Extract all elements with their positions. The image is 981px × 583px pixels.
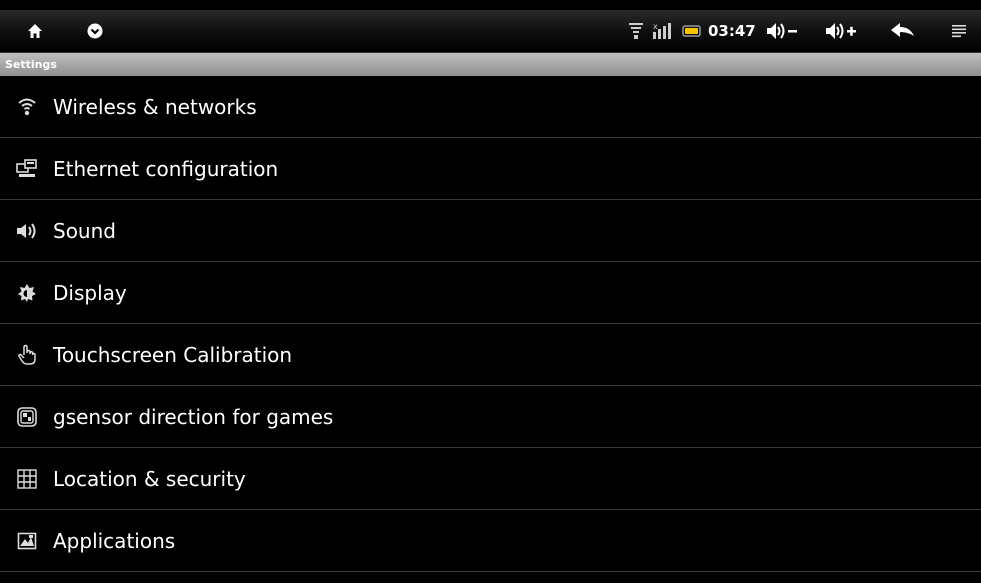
settings-item-label: Location & security — [53, 467, 246, 491]
settings-item-applications[interactable]: Applications — [0, 510, 981, 572]
status-bar: x 03:47 — [0, 10, 981, 53]
settings-list: Wireless & networks Ethernet configurati… — [0, 76, 981, 572]
settings-item-label: Applications — [53, 529, 176, 553]
settings-item-ethernet[interactable]: Ethernet configuration — [0, 138, 981, 200]
screen: x 03:47 Settings Wireless & networks Eth… — [0, 0, 981, 583]
settings-item-label: Touchscreen Calibration — [53, 343, 293, 367]
battery-icon — [681, 10, 703, 52]
brightness-icon — [15, 281, 39, 305]
settings-item-label: Wireless & networks — [53, 95, 257, 119]
hand-pointer-icon — [15, 343, 39, 367]
settings-item-sound[interactable]: Sound — [0, 200, 981, 262]
home-icon[interactable] — [22, 10, 48, 52]
settings-item-label: gsensor direction for games — [53, 405, 334, 429]
status-clock: 03:47 — [708, 22, 756, 40]
speaker-icon — [15, 219, 39, 243]
wifi-icon — [15, 95, 39, 119]
settings-item-touchscreen-calibration[interactable]: Touchscreen Calibration — [0, 324, 981, 386]
settings-item-label: Ethernet configuration — [53, 157, 279, 181]
settings-item-label: Sound — [53, 219, 116, 243]
page-title: Settings — [5, 58, 57, 71]
back-icon[interactable] — [888, 10, 918, 52]
applications-icon — [15, 529, 39, 553]
ethernet-icon — [15, 157, 39, 181]
volume-up-icon[interactable] — [823, 10, 859, 52]
settings-item-display[interactable]: Display — [0, 262, 981, 324]
wifi-icon — [628, 10, 644, 52]
gsensor-icon — [15, 405, 39, 429]
volume-down-icon[interactable] — [764, 10, 800, 52]
chevron-down-circle-icon[interactable] — [82, 10, 108, 52]
menu-icon[interactable] — [948, 10, 970, 52]
grid-icon — [15, 467, 39, 491]
signal-icon: x — [652, 10, 676, 52]
svg-text:x: x — [653, 22, 658, 31]
settings-item-wireless[interactable]: Wireless & networks — [0, 76, 981, 138]
settings-item-location-security[interactable]: Location & security — [0, 448, 981, 510]
settings-item-gsensor[interactable]: gsensor direction for games — [0, 386, 981, 448]
title-bar: Settings — [0, 53, 981, 76]
settings-item-label: Display — [53, 281, 127, 305]
